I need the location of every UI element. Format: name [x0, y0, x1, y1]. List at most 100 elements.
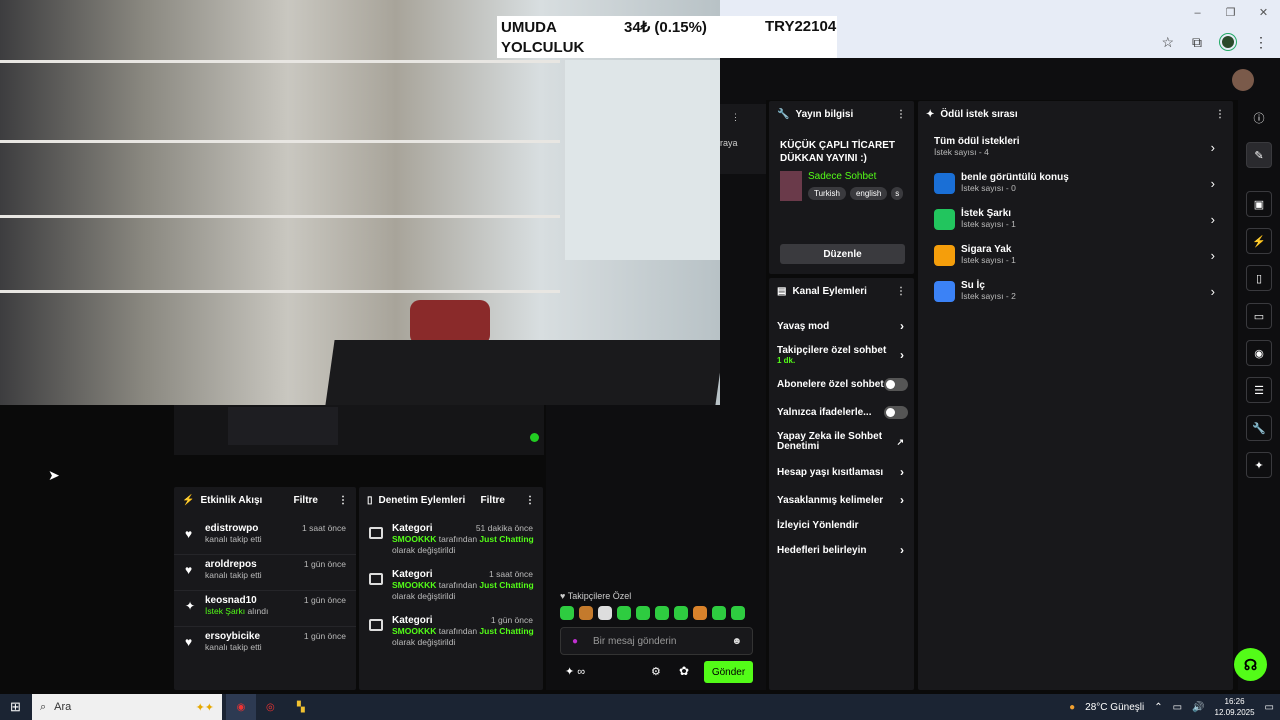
- close-icon[interactable]: ✕: [1247, 0, 1280, 26]
- chat-input[interactable]: ● Bir mesaj gönderin ☻: [560, 627, 753, 655]
- action-emote-only[interactable]: Yalnızca ifadelerle...: [769, 398, 914, 426]
- shield-icon: ▤: [777, 285, 787, 297]
- emote-icon[interactable]: [598, 606, 612, 620]
- maximize-icon[interactable]: ❐: [1214, 0, 1247, 26]
- moderation-item: Kategori 1 saat önce SMOOKKK tarafından …: [359, 565, 543, 611]
- channel-points[interactable]: ✦ ∞: [565, 665, 585, 678]
- more-icon[interactable]: ⋮: [338, 495, 348, 506]
- emote-icon[interactable]: [560, 606, 574, 620]
- emote-icon[interactable]: [674, 606, 688, 620]
- emote-icon[interactable]: [712, 606, 726, 620]
- filter-button[interactable]: Filtre: [294, 495, 318, 506]
- toggle-switch[interactable]: [884, 377, 908, 391]
- more-icon[interactable]: ⋮: [525, 495, 535, 506]
- action-followers-only[interactable]: Takipçilere özel sohbet 1 dk. ›: [769, 340, 914, 370]
- chevron-right-icon: ›: [1210, 140, 1215, 155]
- phone-icon: [934, 209, 955, 230]
- support-icon[interactable]: ☊: [1234, 648, 1267, 681]
- pencil-icon[interactable]: ✎: [1246, 142, 1272, 168]
- emoji-icon[interactable]: ☻: [731, 636, 742, 647]
- action-sub: 1 dk.: [777, 356, 796, 365]
- taskbar-search[interactable]: ⌕ Ara ✦✦: [32, 694, 222, 720]
- app-icon[interactable]: ▚: [297, 702, 305, 713]
- more-icon[interactable]: ⋮: [896, 286, 906, 297]
- star-icon[interactable]: ☆: [1161, 34, 1174, 51]
- emote-icon[interactable]: [693, 606, 707, 620]
- reward-name: İstek Şarkı: [205, 606, 246, 616]
- emote-icon[interactable]: [579, 606, 593, 620]
- moderation-item: Kategori 51 dakika önce SMOOKKK tarafınd…: [359, 519, 543, 565]
- wrench-icon[interactable]: 🔧: [1246, 415, 1272, 441]
- more-icon[interactable]: ⋮: [1254, 34, 1268, 51]
- lightning-icon[interactable]: ⚡: [1246, 228, 1272, 254]
- clock[interactable]: 16:26 12.09.2025: [1215, 696, 1255, 718]
- action-raid[interactable]: İzleyici Yönlendir: [769, 514, 914, 536]
- reward-row[interactable]: benle görüntülü konuş İstek sayısı - 0 ›: [918, 172, 1233, 208]
- action-account-age[interactable]: Hesap yaşı kısıtlaması ›: [769, 458, 914, 486]
- emote-icon[interactable]: [636, 606, 650, 620]
- emote-icon[interactable]: [731, 606, 745, 620]
- badge-icon[interactable]: ✿: [679, 664, 689, 678]
- emote-icon[interactable]: [617, 606, 631, 620]
- taskbar: ⊞ ⌕ Ara ✦✦ ◉ ◎ ▚ ● 28°C Güneşli ⌃ ▭ 🔊 16…: [0, 694, 1280, 720]
- chevron-right-icon: ›: [900, 493, 904, 507]
- layout-icon[interactable]: ☰: [1246, 377, 1272, 403]
- external-link-icon: ↗: [896, 437, 904, 447]
- info-icon[interactable]: ⓘ: [1246, 105, 1272, 131]
- reward-row[interactable]: Sigara Yak İstek sayısı - 1 ›: [918, 244, 1233, 280]
- action-banned-words[interactable]: Yasaklanmış kelimeler ›: [769, 486, 914, 514]
- document-icon[interactable]: ▯: [1246, 265, 1272, 291]
- heart-icon: ♥: [185, 527, 193, 541]
- reward-title: İstek Şarkı: [961, 208, 1012, 219]
- lightning-icon: ⚡: [182, 494, 195, 506]
- tag-chip[interactable]: english: [849, 187, 888, 200]
- volume-icon[interactable]: 🔊: [1192, 702, 1204, 713]
- windows-start-icon[interactable]: ⊞: [10, 699, 21, 715]
- all-rewards-row[interactable]: Tüm ödül istekleri İstek sayısı - 4 ›: [918, 136, 1233, 172]
- extensions-icon[interactable]: ⧉: [1192, 34, 1202, 51]
- activity-time: 1 saat önce: [302, 523, 346, 533]
- reward-row[interactable]: İstek Şarkı İstek sayısı - 1 ›: [918, 208, 1233, 244]
- weather-text[interactable]: 28°C Güneşli: [1085, 702, 1144, 713]
- filter-button[interactable]: Filtre: [481, 495, 505, 506]
- minimize-icon[interactable]: –: [1181, 0, 1214, 26]
- network-icon[interactable]: ▭: [1173, 702, 1182, 713]
- chat-icon[interactable]: ▭: [1246, 303, 1272, 329]
- reward-title: Tüm ödül istekleri: [934, 136, 1020, 147]
- user-avatar[interactable]: [1232, 69, 1254, 91]
- reward-icon[interactable]: ✦: [1246, 452, 1272, 478]
- action-ai-moderation[interactable]: Yapay Zeka ile Sohbet Denetimi ↗: [769, 426, 914, 458]
- chat-placeholder: Bir mesaj gönderin: [593, 635, 677, 647]
- moderator-name[interactable]: SMOOKKK: [392, 580, 436, 590]
- broadcast-icon[interactable]: ◉: [1246, 340, 1272, 366]
- more-icon[interactable]: ⋮: [731, 112, 740, 123]
- activity-header: Etkinlik Akışı: [200, 494, 263, 506]
- send-button[interactable]: Gönder: [704, 661, 753, 683]
- action-slow-mode[interactable]: Yavaş mod ›: [769, 312, 914, 340]
- chevron-up-icon[interactable]: ⌃: [1154, 702, 1162, 713]
- edit-button[interactable]: Düzenle: [780, 244, 905, 264]
- action-goals[interactable]: Hedefleri belirleyin ›: [769, 536, 914, 564]
- followers-only-label: ♥ Takipçilere Özel: [560, 591, 632, 601]
- moderator-name[interactable]: SMOOKKK: [392, 534, 436, 544]
- activity-time: 1 gün önce: [303, 631, 346, 641]
- preview-thumbnail: [228, 407, 338, 445]
- microphone-icon[interactable]: ●: [572, 636, 578, 647]
- chrome-icon[interactable]: ◉: [226, 694, 256, 720]
- capture-icon[interactable]: ▣: [1246, 191, 1272, 217]
- app-icon[interactable]: ◎: [266, 702, 275, 713]
- profile-icon[interactable]: [1220, 34, 1236, 50]
- settings-icon[interactable]: ⚙: [651, 665, 661, 678]
- emote-icon[interactable]: [655, 606, 669, 620]
- tag-chip[interactable]: Turkish: [808, 187, 846, 200]
- toggle-switch[interactable]: [884, 405, 908, 419]
- reward-row[interactable]: Su İç İstek sayısı - 2 ›: [918, 280, 1233, 316]
- moderator-name[interactable]: SMOOKKK: [392, 626, 436, 636]
- category-link[interactable]: Sadece Sohbet: [808, 171, 876, 182]
- notification-icon[interactable]: ▭: [1265, 702, 1274, 713]
- action-subscribers-only[interactable]: Abonelere özel sohbet: [769, 370, 914, 398]
- more-icon[interactable]: ⋮: [896, 109, 906, 120]
- tag-chip[interactable]: s: [891, 187, 904, 200]
- chevron-right-icon: ›: [900, 465, 904, 479]
- more-icon[interactable]: ⋮: [1215, 109, 1225, 120]
